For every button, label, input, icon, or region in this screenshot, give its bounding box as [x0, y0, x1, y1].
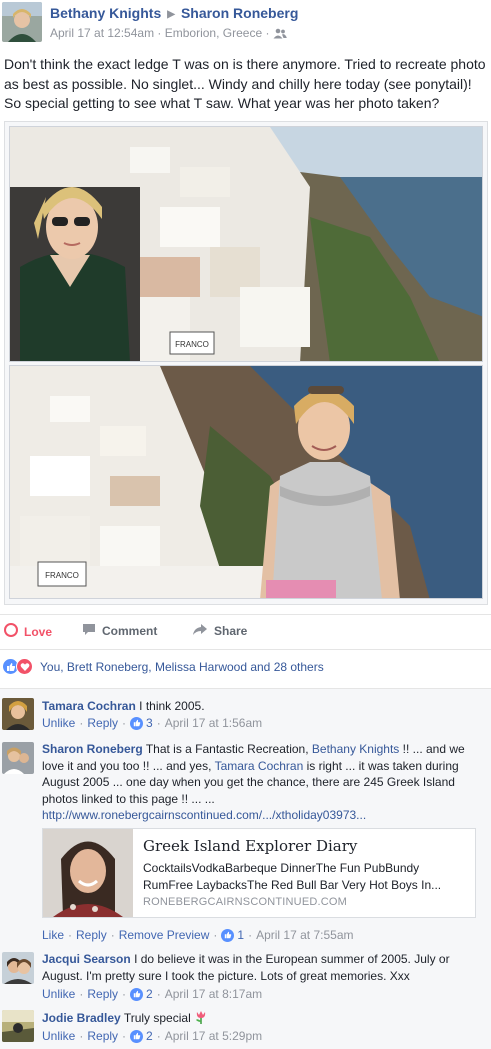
- comment-button[interactable]: Comment: [82, 623, 491, 639]
- reactions-summary[interactable]: You, Brett Roneberg, Melissa Harwood and…: [0, 656, 491, 678]
- post-text: Don't think the exact ledge T was on is …: [4, 56, 486, 111]
- like-link[interactable]: Like: [42, 928, 64, 942]
- love-button[interactable]: Love: [4, 623, 52, 640]
- comment-label: Comment: [102, 624, 158, 638]
- divider: [0, 649, 491, 650]
- unlike-link[interactable]: Unlike: [42, 987, 75, 1001]
- divider: [0, 614, 491, 615]
- divider: [0, 688, 491, 689]
- photo-sign-text: FRANCO: [175, 340, 209, 349]
- photo-collage: FRANCO FRANCO: [4, 121, 488, 605]
- comment-text: Tamara Cochran I think 2005.: [42, 698, 479, 715]
- love-icon: [16, 658, 33, 675]
- comment-url-link[interactable]: http://www.ronebergcairnscontinued.com/.…: [42, 808, 366, 822]
- comment-time[interactable]: April 17 at 7:55am: [256, 928, 353, 942]
- reply-link[interactable]: Reply: [87, 716, 118, 730]
- like-icon: [130, 1029, 144, 1043]
- like-icon: [221, 928, 235, 942]
- commenter-name[interactable]: Jacqui Searson: [42, 952, 131, 966]
- mention-link[interactable]: Bethany Knights: [312, 742, 399, 756]
- tulip-icon: [194, 1010, 208, 1030]
- comment-like-count[interactable]: 2: [130, 987, 153, 1001]
- share-button[interactable]: Share: [192, 623, 247, 639]
- remove-preview-link[interactable]: Remove Preview: [119, 928, 210, 942]
- comment-body: That is a Fantastic Recreation,: [145, 742, 309, 756]
- comment-time[interactable]: April 17 at 5:29pm: [165, 1029, 262, 1043]
- heart-icon: [4, 623, 18, 640]
- photo-sign-text: FRANCO: [45, 571, 79, 580]
- reply-link[interactable]: Reply: [87, 1029, 118, 1043]
- comment-text: Jacqui Searson I do believe it was in th…: [42, 951, 479, 984]
- unlike-link[interactable]: Unlike: [42, 716, 75, 730]
- author-name[interactable]: Bethany Knights: [50, 5, 161, 21]
- author-avatar[interactable]: [2, 2, 42, 42]
- comment-like-count[interactable]: 1: [221, 928, 244, 942]
- comment-meta: Unlike · Reply · 2 · April 17 at 8:17am: [42, 987, 263, 1001]
- friends-icon[interactable]: [273, 28, 287, 42]
- link-preview-title[interactable]: Greek Island Explorer Diary: [143, 837, 357, 855]
- commenter-avatar[interactable]: [2, 698, 34, 730]
- link-preview-card[interactable]: Greek Island Explorer Diary CocktailsVod…: [42, 828, 476, 918]
- commenter-avatar[interactable]: [2, 742, 34, 774]
- post-photo-2[interactable]: FRANCO: [9, 365, 483, 599]
- comment-like-count[interactable]: 2: [130, 1029, 153, 1043]
- commenter-avatar[interactable]: [2, 1010, 34, 1042]
- link-preview-image[interactable]: [43, 829, 133, 917]
- reactions-text[interactable]: You, Brett Roneberg, Melissa Harwood and…: [40, 660, 324, 674]
- link-preview-description: CocktailsVodkaBarbeque DinnerThe Fun Pub…: [143, 861, 442, 892]
- share-label: Share: [214, 624, 248, 638]
- comment-body: Truly special: [123, 1011, 191, 1025]
- share-icon: [192, 623, 208, 639]
- like-count: 3: [146, 716, 153, 730]
- like-count: 2: [146, 1029, 153, 1043]
- target-name[interactable]: Sharon Roneberg: [181, 5, 298, 21]
- comment-time[interactable]: April 17 at 1:56am: [165, 716, 262, 730]
- comment-icon: [82, 623, 96, 639]
- comment-time[interactable]: April 17 at 8:17am: [165, 987, 262, 1001]
- like-icon: [130, 987, 144, 1001]
- reaction-icons: [2, 658, 36, 676]
- arrow-right-icon: ▶: [167, 9, 175, 20]
- post-meta: April 17 at 12:54am · Emborion, Greece ·: [50, 26, 287, 42]
- reply-link[interactable]: Reply: [87, 987, 118, 1001]
- love-label: Love: [24, 624, 53, 639]
- commenter-name[interactable]: Jodie Bradley: [42, 1011, 121, 1025]
- comment-text: Sharon Roneberg That is a Fantastic Recr…: [42, 741, 479, 824]
- comment-text: Jodie Bradley Truly special: [42, 1010, 479, 1030]
- comment-meta: Like · Reply · Remove Preview · 1 · Apri…: [42, 928, 354, 942]
- like-count: 2: [146, 987, 153, 1001]
- post-location[interactable]: Emborion, Greece: [165, 26, 262, 40]
- comment-meta: Unlike · Reply · 2 · April 17 at 5:29pm: [42, 1029, 263, 1043]
- post-actions: Love Comment Share: [0, 617, 491, 649]
- commenter-name[interactable]: Tamara Cochran: [42, 699, 136, 713]
- post-author-line: Bethany Knights ▶ Sharon Roneberg: [50, 5, 298, 21]
- commenter-avatar[interactable]: [2, 952, 34, 984]
- reply-link[interactable]: Reply: [76, 928, 107, 942]
- post-timestamp[interactable]: April 17 at 12:54am: [50, 26, 154, 40]
- post-photo-1[interactable]: FRANCO: [9, 126, 483, 362]
- comment-meta: Unlike · Reply · 3 · April 17 at 1:56am: [42, 716, 263, 730]
- like-icon: [130, 716, 144, 730]
- mention-link[interactable]: Tamara Cochran: [215, 759, 304, 773]
- post-header: Bethany Knights ▶ Sharon Roneberg April 17…: [0, 0, 491, 48]
- like-count: 1: [237, 928, 245, 942]
- unlike-link[interactable]: Unlike: [42, 1029, 75, 1043]
- comment-body: I think 2005.: [139, 699, 205, 713]
- link-preview-domain: RONEBERGCAIRNSCONTINUED.COM: [143, 896, 348, 908]
- comment-like-count[interactable]: 3: [130, 716, 153, 730]
- commenter-name[interactable]: Sharon Roneberg: [42, 742, 143, 756]
